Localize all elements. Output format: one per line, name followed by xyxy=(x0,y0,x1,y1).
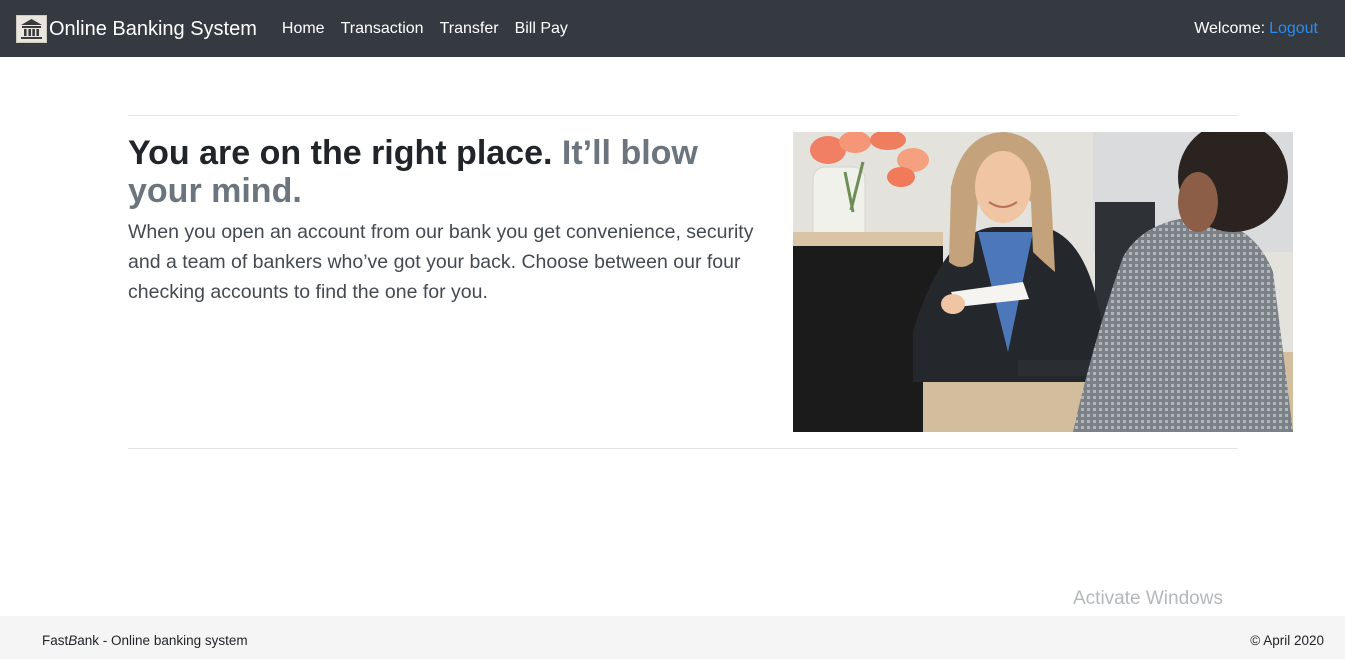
brand-link[interactable]: Online Banking System xyxy=(16,14,257,43)
top-navbar: Online Banking System Home Transaction T… xyxy=(0,0,1345,57)
page-footer: FastBank - Online banking system © April… xyxy=(0,616,1345,659)
welcome-label: Welcome: xyxy=(1194,19,1266,37)
nav-links: Home Transaction Transfer Bill Pay xyxy=(274,20,576,38)
footer-brand: FastBank - Online banking system xyxy=(42,633,248,648)
hero-heading: You are on the right place. It’ll blow y… xyxy=(128,134,758,210)
brand-title: Online Banking System xyxy=(49,17,257,40)
bank-icon xyxy=(16,14,47,43)
nav-link-home[interactable]: Home xyxy=(274,20,333,38)
footer-brand-prefix: Fast xyxy=(42,633,69,648)
nav-link-transfer[interactable]: Transfer xyxy=(432,20,507,38)
watermark-title: Activate Windows xyxy=(1073,588,1223,609)
nav-link-transaction[interactable]: Transaction xyxy=(333,20,432,38)
footer-brand-suffix: ank - Online banking system xyxy=(77,633,248,648)
footer-brand-italic: B xyxy=(68,633,78,648)
hero-image xyxy=(793,132,1293,432)
bottom-divider xyxy=(128,448,1238,449)
footer-copyright: © April 2020 xyxy=(1250,633,1324,648)
nav-link-bill-pay[interactable]: Bill Pay xyxy=(507,20,576,38)
hero-heading-main: You are on the right place. xyxy=(128,134,553,172)
top-divider xyxy=(128,115,1238,116)
hero-lead: When you open an account from our bank y… xyxy=(128,221,754,303)
user-area: Welcome: Logout xyxy=(1194,0,1318,57)
logout-link[interactable]: Logout xyxy=(1269,20,1318,38)
